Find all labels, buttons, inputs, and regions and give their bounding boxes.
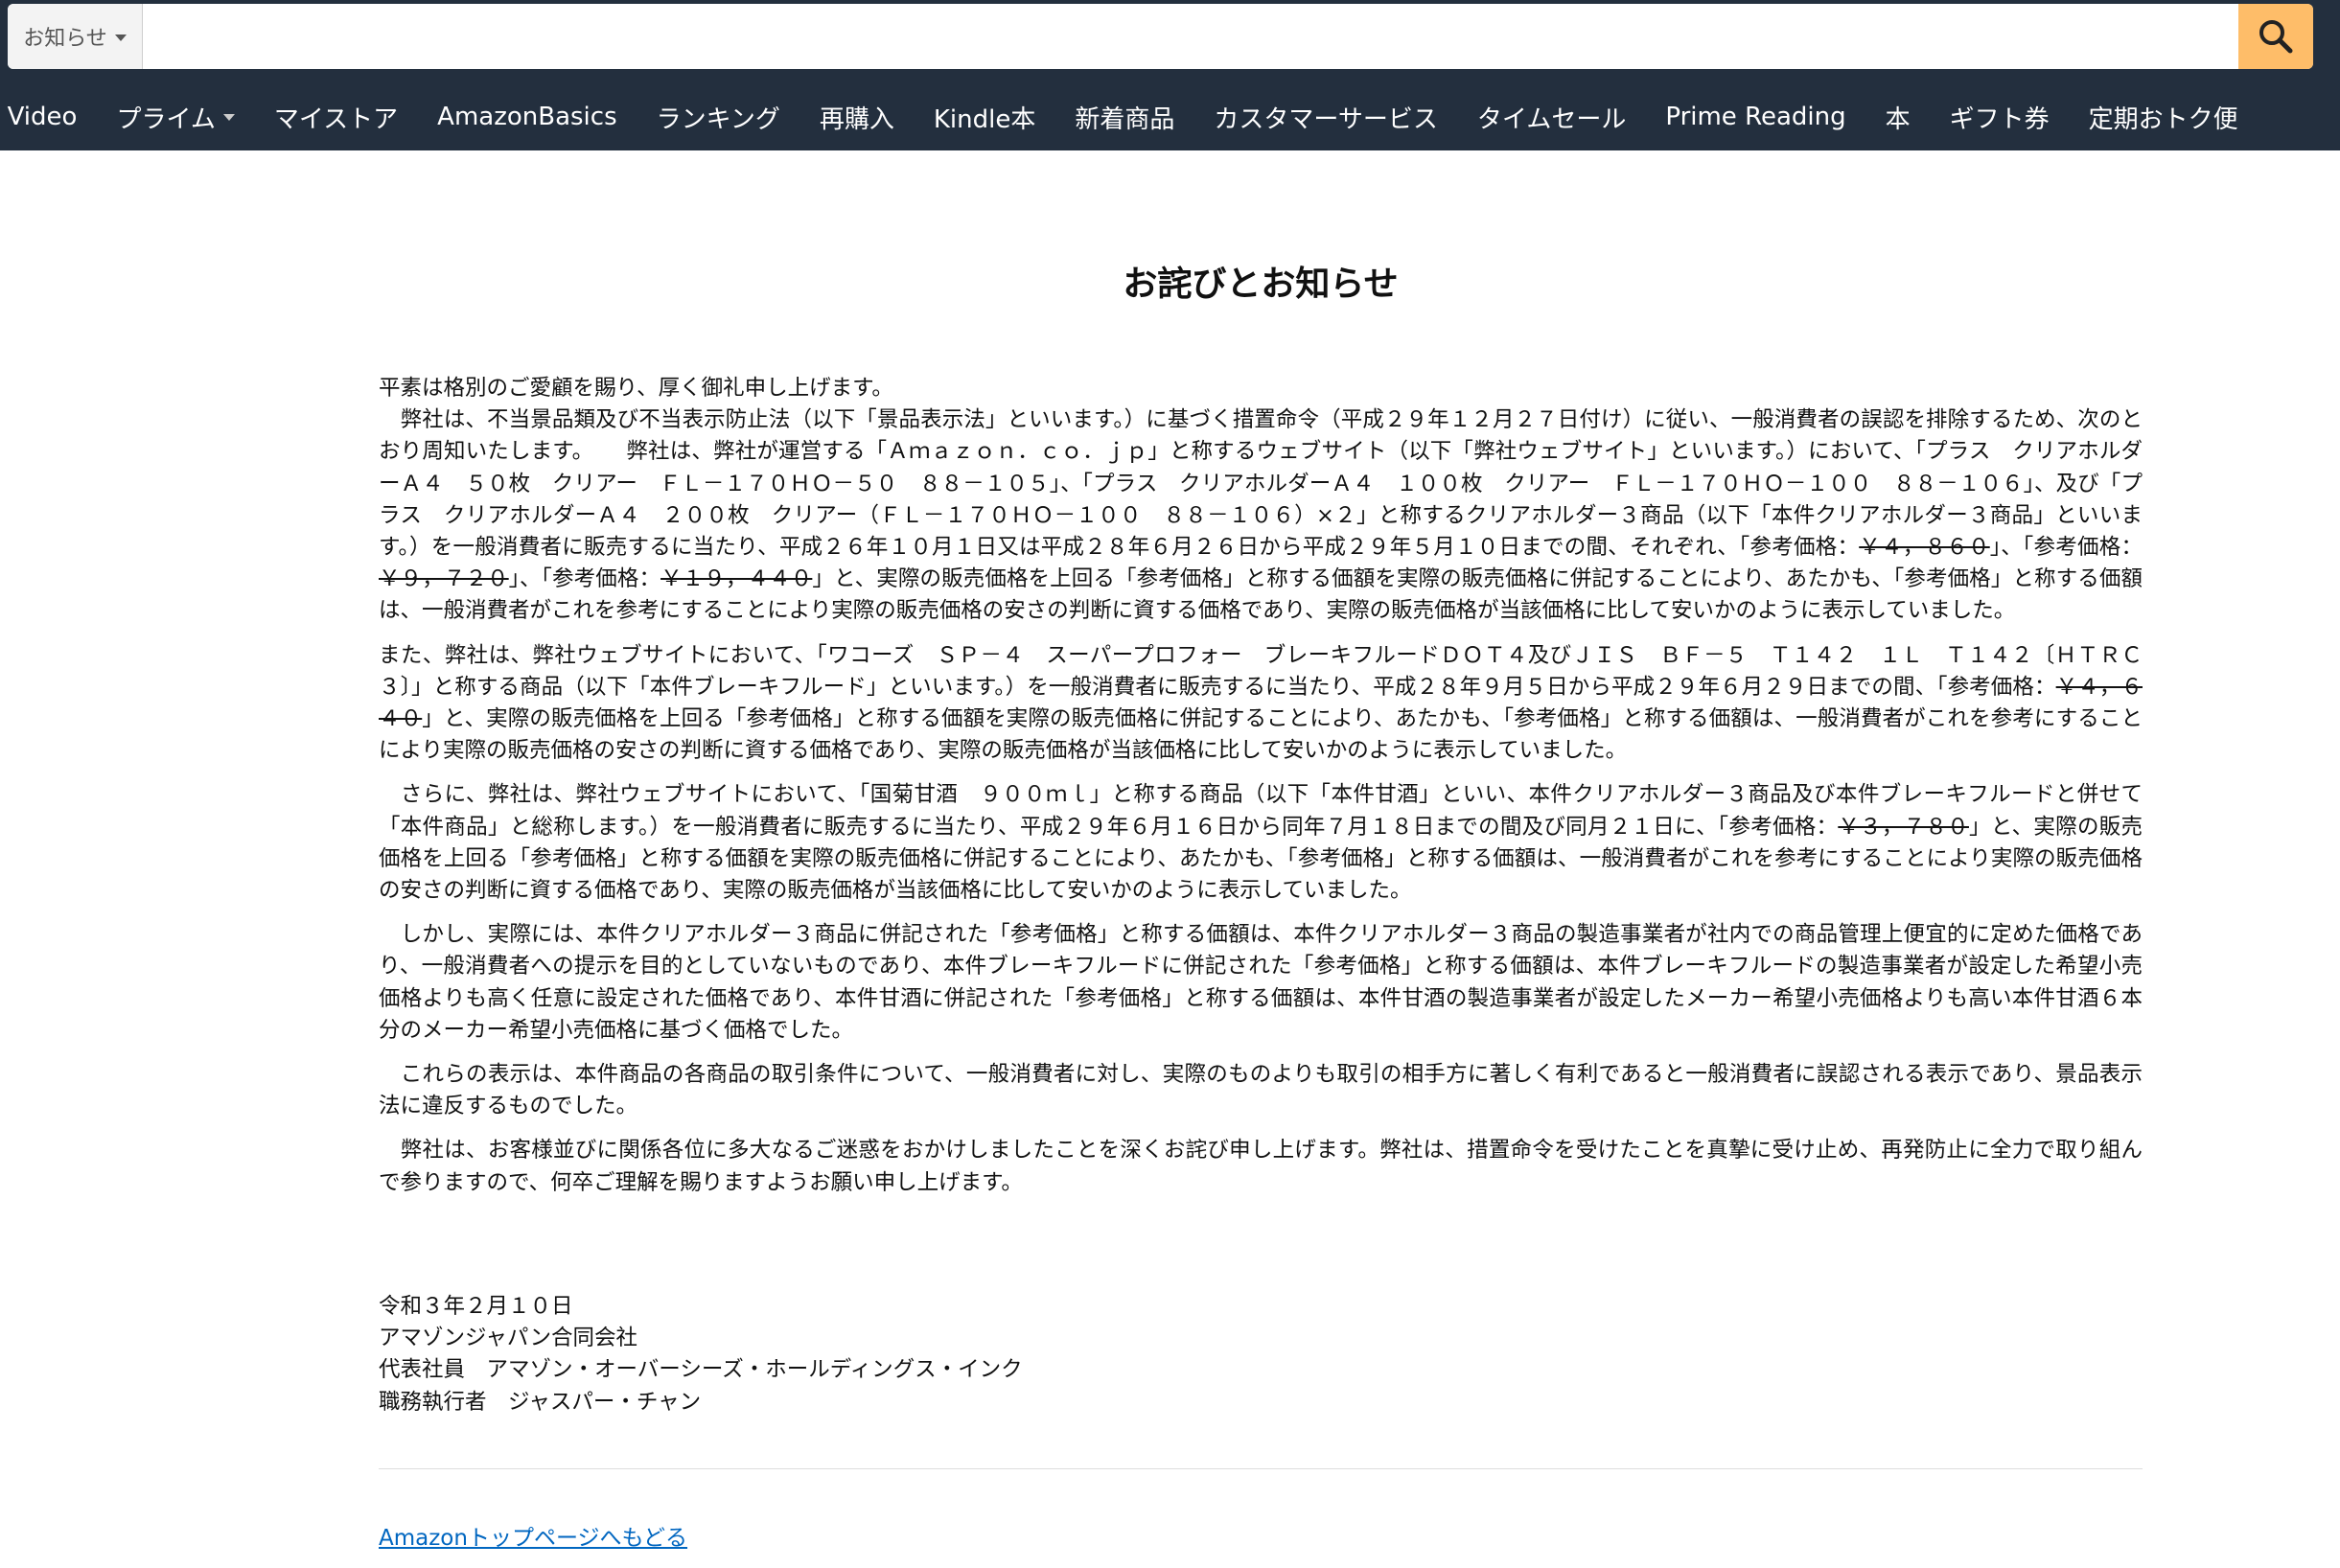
search-category-label: お知らせ <box>23 27 107 51</box>
nav-item-label: マイストア <box>273 104 399 134</box>
divider <box>379 1468 2143 1469</box>
nav-item-prime-video[interactable]: me Video <box>0 103 77 131</box>
header: お知らせ me Video プライム マイストア AmazonBasics ラン… <box>0 0 2340 150</box>
nav-item-new-releases[interactable]: 新着商品 <box>1075 100 1174 135</box>
nav-item-label: 本 <box>1885 104 1911 134</box>
notice-paragraph-6: 弊社は、お客様並びに関係各位に多大なるご迷惑をおかけしましたことを深くお詫び申し… <box>379 1138 2143 1195</box>
search-input[interactable] <box>143 4 2238 69</box>
struck-reference-price: ￥３，７８０ <box>1838 814 1969 840</box>
nav-item-label: Kindle本 <box>933 104 1036 134</box>
nav-item-label: Prime Reading <box>1665 103 1846 131</box>
nav-item-my-store[interactable]: マイストア <box>274 100 398 135</box>
nav-item-customer-service[interactable]: カスタマーサービス <box>1214 100 1437 135</box>
notice-paragraph-2: また、弊社は、弊社ウェブサイトにおいて、「ワコーズ ＳＰ－４ スーパープロフォー… <box>379 640 2143 768</box>
nav-item-label: me Video <box>0 103 78 131</box>
notice-body: 平素は格別のご愛顧を賜り、厚く御礼申し上げます。 弊社は、不当景品類及び不当表示… <box>379 373 2143 1211</box>
signature-executive: 職務執行者 ジャスパー・チャン <box>379 1389 702 1415</box>
struck-reference-price: ￥１９，４４０ <box>660 566 813 592</box>
signature-representative: 代表社員 アマゾン・オーバーシーズ・ホールディングス・インク <box>379 1357 1023 1383</box>
signature-company: アマゾンジャパン合同会社 <box>379 1326 638 1351</box>
search-category-dropdown[interactable]: お知らせ <box>8 4 143 69</box>
paragraph-text: また、弊社は、弊社ウェブサイトにおいて、「ワコーズ ＳＰ－４ スーパープロフォー… <box>379 642 2143 700</box>
notice-paragraph-1: 平素は格別のご愛顧を賜り、厚く御礼申し上げます。 弊社は、不当景品類及び不当表示… <box>379 373 2143 628</box>
nav-item-label: 再購入 <box>819 104 894 134</box>
nav-item-kindle[interactable]: Kindle本 <box>934 100 1035 135</box>
page-title: お詫びとお知らせ <box>1123 265 1399 304</box>
nav-item-label: AmazonBasics <box>437 103 617 131</box>
paragraph-text: 」、「参考価格： <box>508 566 661 592</box>
chevron-down-icon <box>114 34 127 41</box>
search-button[interactable] <box>2238 4 2313 69</box>
signature-block: 令和３年２月１０日 アマゾンジャパン合同会社 代表社員 アマゾン・オーバーシーズ… <box>379 1291 2143 1418</box>
signature-date: 令和３年２月１０日 <box>379 1294 573 1319</box>
nav-item-gift-cards[interactable]: ギフト券 <box>1950 100 2050 135</box>
search-icon <box>2259 20 2293 54</box>
nav-item-time-sale[interactable]: タイムセール <box>1477 100 1626 135</box>
back-to-top-link[interactable]: Amazonトップページへもどる <box>379 1519 687 1552</box>
notice-paragraph-3: さらに、弊社は、弊社ウェブサイトにおいて、「国菊甘酒 ９００ｍｌ」と称する商品（… <box>379 779 2143 907</box>
nav-item-label: 新着商品 <box>1075 104 1175 134</box>
nav-item-label: プライム <box>116 104 216 134</box>
greeting-line: 平素は格別のご愛顧を賜り、厚く御礼申し上げます。 <box>379 376 893 401</box>
nav-item-prime-reading[interactable]: Prime Reading <box>1665 103 1845 131</box>
struck-reference-price: ￥４，８６０ <box>1859 535 1990 561</box>
nav-item-subscribe-save[interactable]: 定期おトク便 <box>2089 100 2238 135</box>
nav-item-ranking[interactable]: ランキング <box>657 100 780 135</box>
nav-item-label: 定期おトク便 <box>2088 104 2238 134</box>
nav-bar: me Video プライム マイストア AmazonBasics ランキング 再… <box>0 84 2340 150</box>
paragraph-text: 」、「参考価格： <box>1989 535 2143 561</box>
nav-item-label: ランキング <box>656 104 780 134</box>
nav-item-books[interactable]: 本 <box>1886 100 1911 135</box>
nav-item-buy-again[interactable]: 再購入 <box>820 100 894 135</box>
nav-item-amazonbasics[interactable]: AmazonBasics <box>437 103 616 131</box>
notice-paragraph-4: しかし、実際には、本件クリアホルダー３商品に併記された「参考価格」と称する価額は… <box>379 922 2143 1043</box>
struck-reference-price: ￥９，７２０ <box>379 566 509 592</box>
chevron-down-icon <box>222 113 235 121</box>
nav-item-prime[interactable]: プライム <box>116 100 235 135</box>
nav-item-label: ギフト券 <box>1949 104 2050 134</box>
notice-paragraph-5: これらの表示は、本件商品の各商品の取引条件について、一般消費者に対し、実際のもの… <box>379 1062 2143 1119</box>
paragraph-text: 」と、実際の販売価格を上回る「参考価格」と称する価額を実際の販売価格に併記するこ… <box>379 706 2143 764</box>
search-bar: お知らせ <box>8 4 2313 69</box>
nav-item-label: カスタマーサービス <box>1214 104 1438 134</box>
nav-item-label: タイムセール <box>1476 104 1627 134</box>
